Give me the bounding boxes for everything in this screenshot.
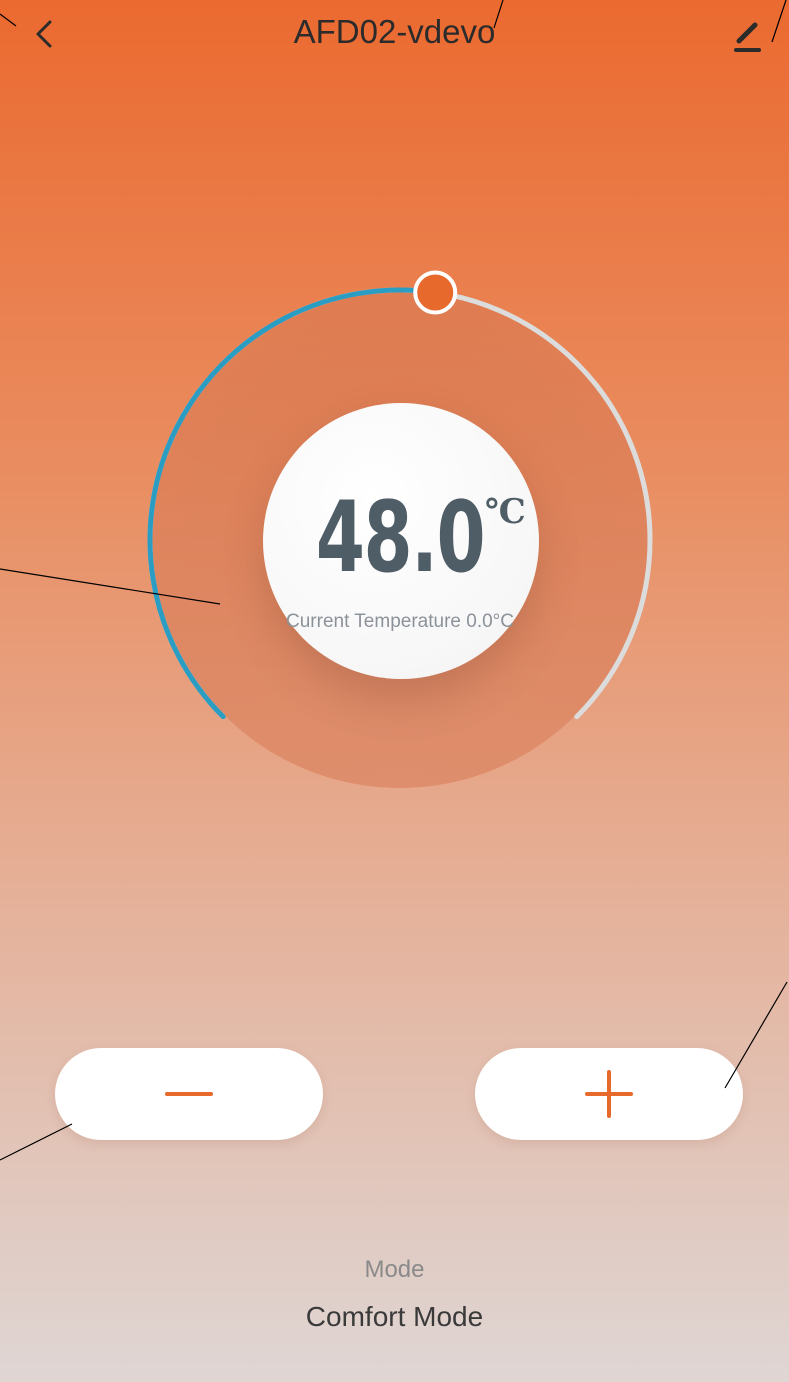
back-button[interactable]	[26, 14, 66, 54]
temperature-dial[interactable]: 48.0 ℃ Current Temperature 0.0°C	[130, 270, 670, 810]
dial-knob[interactable]	[413, 270, 458, 315]
set-temperature-value: 48.0	[315, 481, 486, 595]
mode-label: Mode	[364, 1256, 425, 1283]
plus-icon	[585, 1070, 633, 1118]
chevron-left-icon	[36, 20, 52, 48]
edit-button[interactable]	[727, 12, 771, 56]
mode-value[interactable]: Comfort Mode	[0, 1301, 789, 1333]
header-bar: AFD02-vdevo	[0, 0, 789, 70]
page-title: AFD02-vdevo	[293, 13, 496, 50]
pencil-icon	[734, 22, 761, 52]
temperature-unit: ℃	[485, 492, 526, 532]
decrease-temperature-button[interactable]	[55, 1048, 323, 1140]
increase-temperature-button[interactable]	[475, 1048, 743, 1140]
minus-icon	[165, 1092, 213, 1096]
current-temperature-label: Current Temperature 0.0°C	[286, 611, 514, 632]
